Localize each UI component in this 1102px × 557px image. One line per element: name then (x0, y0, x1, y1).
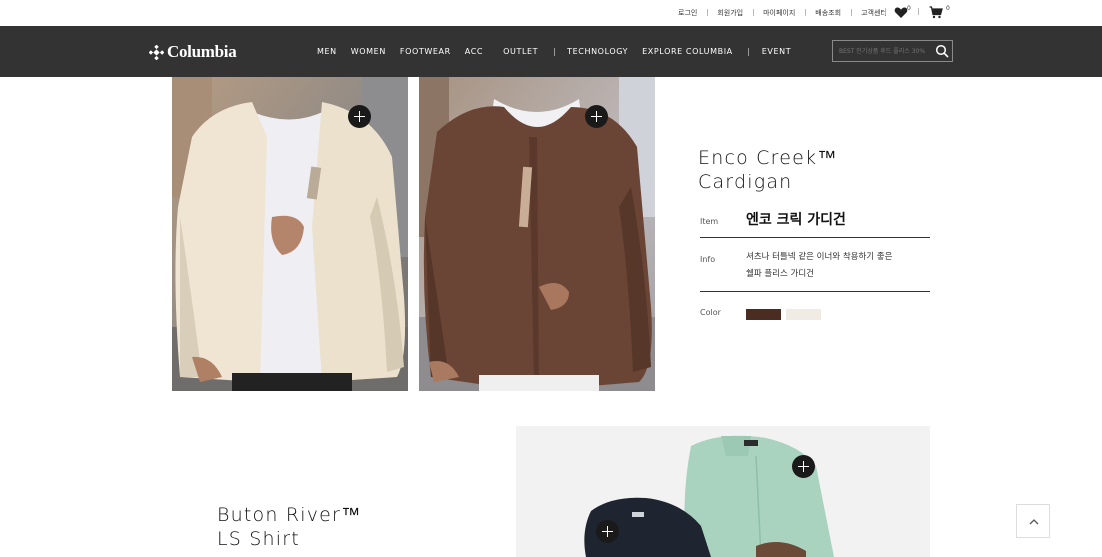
scroll-top-button[interactable] (1016, 504, 1050, 538)
columbia-diamond-icon (149, 44, 164, 60)
product-name-line: Cardigan (698, 171, 793, 193)
product-name-line: Buton River™ (217, 504, 362, 526)
product-name-buton-river: Buton River™ LS Shirt (217, 503, 361, 551)
nav-menu: MEN WOMEN FOOTWEAR ACC OUTLET TECHNOLOGY… (317, 47, 791, 56)
nav-item-acc[interactable]: ACC (465, 47, 483, 56)
product-name-line: Enco Creek™ (698, 147, 838, 169)
utility-divider (918, 8, 919, 15)
nav-divider (747, 47, 749, 56)
cart-icon[interactable] (929, 6, 943, 19)
info-label: Info (700, 255, 716, 264)
info-text-line: 쉘파 플리스 가디건 (746, 269, 814, 279)
search-icon[interactable] (935, 44, 949, 58)
product-name-enco-creek: Enco Creek™ Cardigan (698, 146, 837, 194)
item-label: Item (700, 217, 719, 226)
plus-hotspot-button[interactable] (792, 455, 815, 478)
utility-links: 로그인 회원가입 마이페이지 배송조회 고객센터 (668, 8, 897, 18)
nav-item-technology[interactable]: TECHNOLOGY (567, 47, 628, 56)
divider (700, 291, 930, 292)
main-nav: Columbia MEN WOMEN FOOTWEAR ACC OUTLET T… (0, 26, 1102, 77)
customer-center-link[interactable]: 고객센터 (851, 8, 897, 18)
search-box (832, 40, 953, 62)
color-swatch-cream[interactable] (786, 309, 821, 320)
plus-hotspot-button[interactable] (585, 105, 608, 128)
signup-link[interactable]: 회원가입 (707, 8, 753, 18)
product-photo-cream-cardigan[interactable] (172, 77, 408, 391)
nav-item-event[interactable]: EVENT (762, 47, 791, 56)
login-link[interactable]: 로그인 (668, 8, 707, 18)
info-text: 셔츠나 터틀넥 같은 이너와 착용하기 좋은 쉘파 플리스 가디건 (746, 249, 892, 283)
shirts-image (516, 426, 930, 557)
color-swatch-brown[interactable] (746, 309, 781, 320)
product-photo-brown-cardigan[interactable] (419, 77, 655, 391)
wishlist-count: 0 (907, 5, 911, 12)
utility-divider (885, 8, 886, 15)
wishlist-heart-icon[interactable] (894, 6, 908, 19)
nav-item-women[interactable]: WOMEN (351, 47, 386, 56)
nav-item-outlet[interactable]: OUTLET (503, 47, 538, 56)
product-name-line: LS Shirt (217, 528, 300, 550)
delivery-link[interactable]: 배송조회 (805, 8, 851, 18)
cream-cardigan-image (172, 77, 408, 391)
nav-item-men[interactable]: MEN (317, 47, 337, 56)
item-value: 엔코 크릭 가디건 (746, 212, 846, 228)
columbia-logo[interactable]: Columbia (149, 42, 237, 62)
color-label: Color (700, 308, 721, 317)
nav-item-explore-columbia[interactable]: EXPLORE COLUMBIA (642, 47, 733, 56)
chevron-up-icon (1029, 519, 1039, 525)
nav-item-footwear[interactable]: FOOTWEAR (400, 47, 451, 56)
cart-count: 0 (946, 5, 950, 12)
nav-divider (554, 47, 556, 56)
info-text-line: 셔츠나 터틀넥 같은 이너와 착용하기 좋은 (746, 252, 893, 262)
plus-hotspot-button[interactable] (348, 105, 371, 128)
product-photo-shirts[interactable] (516, 426, 930, 557)
logo-text: Columbia (167, 42, 237, 61)
divider (700, 237, 930, 238)
mypage-link[interactable]: 마이페이지 (753, 8, 805, 18)
brown-cardigan-image (419, 77, 655, 391)
utility-bar: 로그인 회원가입 마이페이지 배송조회 고객센터 0 0 (0, 0, 1102, 26)
search-input[interactable] (833, 41, 933, 61)
plus-hotspot-button[interactable] (596, 520, 619, 543)
